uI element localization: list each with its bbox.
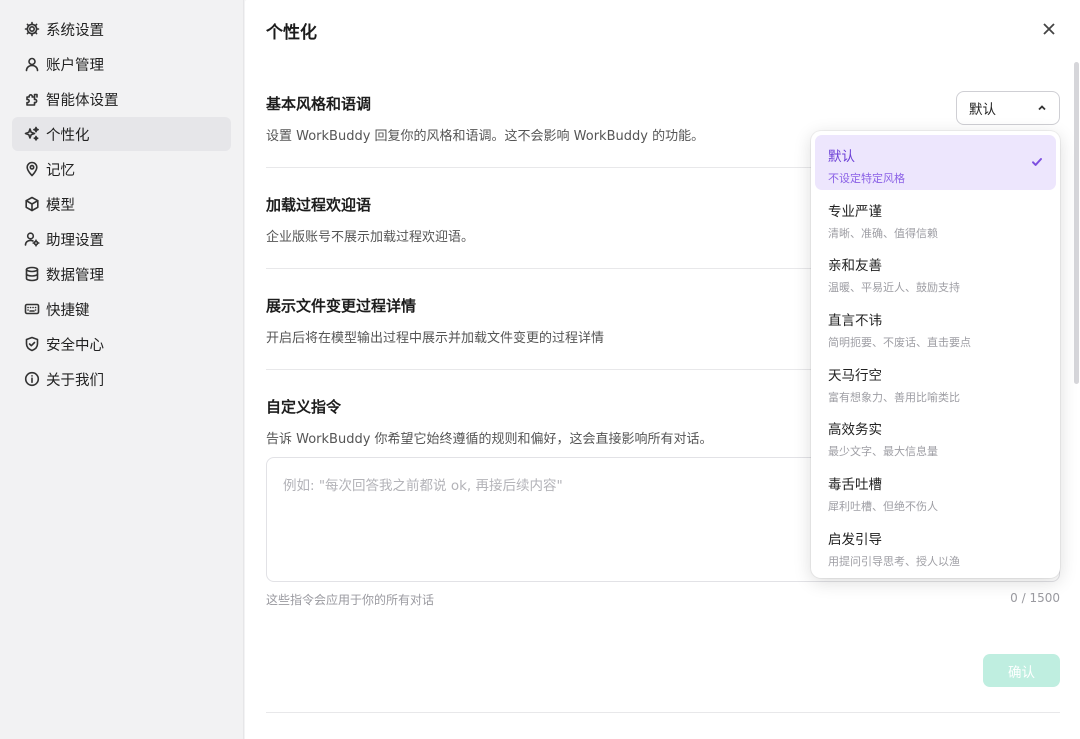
option-desc: 富有想象力、善用比喻类比 — [828, 390, 960, 404]
close-button[interactable] — [1038, 18, 1060, 40]
instructions-hint: 这些指令会应用于你的所有对话 — [266, 593, 435, 607]
sidebar-item-label: 快捷键 — [46, 302, 90, 319]
sidebar-item-security[interactable]: 安全中心 — [12, 327, 231, 361]
sidebar: 系统设置 账户管理 智能体设置 个性化 记忆 模型 助理设置 数据管理 快捷键 … — [0, 0, 244, 739]
sidebar-item-label: 助理设置 — [46, 232, 104, 249]
style-option-sarcastic[interactable]: 毒舌吐槽 犀利吐槽、但绝不伤人 — [815, 463, 1056, 518]
option-desc: 温暖、平易近人、鼓励支持 — [828, 281, 960, 295]
page-title: 个性化 — [266, 23, 317, 43]
user-gear-icon — [24, 231, 40, 247]
cube-icon — [24, 196, 40, 212]
database-icon — [24, 266, 40, 282]
scrollbar[interactable] — [1074, 62, 1079, 384]
option-label: 专业严谨 — [828, 203, 882, 220]
sidebar-item-memory[interactable]: 记忆 — [12, 152, 231, 186]
option-label: 默认 — [828, 149, 855, 165]
sidebar-item-agent-settings[interactable]: 智能体设置 — [12, 82, 231, 116]
shield-icon — [24, 336, 40, 352]
style-option-blunt[interactable]: 直言不讳 简明扼要、不废话、直击要点 — [815, 299, 1056, 354]
sidebar-item-about[interactable]: 关于我们 — [12, 362, 231, 396]
sidebar-item-label: 系统设置 — [46, 22, 104, 39]
chevron-up-icon — [1038, 105, 1046, 111]
option-label: 直言不讳 — [828, 313, 882, 330]
sidebar-item-data-management[interactable]: 数据管理 — [12, 257, 231, 291]
option-desc: 简明扼要、不废话、直击要点 — [828, 336, 971, 350]
sidebar-item-system-settings[interactable]: 系统设置 — [12, 12, 231, 46]
confirm-button[interactable]: 确认 — [983, 654, 1060, 687]
sidebar-item-label: 账户管理 — [46, 57, 104, 74]
style-option-friendly[interactable]: 亲和友善 温暖、平易近人、鼓励支持 — [815, 244, 1056, 299]
close-icon — [1043, 23, 1055, 35]
option-label: 高效务实 — [828, 422, 882, 439]
check-icon — [1030, 154, 1044, 168]
style-option-efficient[interactable]: 高效务实 最少文字、最大信息量 — [815, 408, 1056, 463]
keyboard-icon — [24, 301, 40, 317]
section-title: 基本风格和语调 — [266, 95, 372, 113]
sidebar-item-label: 安全中心 — [46, 337, 104, 354]
option-desc: 最少文字、最大信息量 — [828, 445, 938, 459]
style-option-imaginative[interactable]: 天马行空 富有想象力、善用比喻类比 — [815, 354, 1056, 409]
character-counter: 0 / 1500 — [1010, 591, 1060, 605]
sidebar-item-label: 智能体设置 — [46, 92, 119, 109]
sidebar-item-model[interactable]: 模型 — [12, 187, 231, 221]
option-desc: 用提问引导思考、授人以渔 — [828, 554, 960, 568]
style-option-default[interactable]: 默认 不设定特定风格 — [815, 135, 1056, 190]
settings-window: 系统设置 账户管理 智能体设置 个性化 记忆 模型 助理设置 数据管理 快捷键 … — [0, 0, 1080, 739]
style-dropdown-menu: 默认 不设定特定风格 专业严谨 清晰、准确、值得信赖 亲和友善 温暖、平易近人、… — [811, 131, 1060, 578]
style-select[interactable]: 默认 — [956, 91, 1060, 125]
sidebar-item-account[interactable]: 账户管理 — [12, 47, 231, 81]
option-desc: 清晰、准确、值得信赖 — [828, 226, 938, 240]
style-select-value: 默认 — [969, 102, 996, 118]
option-label: 天马行空 — [828, 367, 882, 384]
sparkle-icon — [24, 126, 40, 142]
user-icon — [24, 56, 40, 72]
gear-icon — [24, 21, 40, 37]
style-option-socratic[interactable]: 启发引导 用提问引导思考、授人以渔 — [815, 518, 1056, 573]
sidebar-item-label: 记忆 — [46, 162, 75, 179]
option-label: 毒舌吐槽 — [828, 477, 882, 494]
sidebar-item-shortcuts[interactable]: 快捷键 — [12, 292, 231, 326]
option-label: 启发引导 — [828, 531, 882, 548]
puzzle-icon — [24, 91, 40, 107]
sidebar-item-label: 个性化 — [46, 127, 90, 144]
info-icon — [24, 371, 40, 387]
option-label: 亲和友善 — [828, 258, 882, 275]
divider — [266, 712, 1060, 713]
location-pin-icon — [24, 161, 40, 177]
sidebar-item-label: 关于我们 — [46, 372, 104, 389]
option-desc: 不设定特定风格 — [828, 172, 905, 185]
sidebar-item-assistant-settings[interactable]: 助理设置 — [12, 222, 231, 256]
sidebar-item-label: 数据管理 — [46, 267, 104, 284]
sidebar-item-personalization[interactable]: 个性化 — [12, 117, 231, 151]
option-desc: 犀利吐槽、但绝不伤人 — [828, 500, 938, 514]
style-option-professional[interactable]: 专业严谨 清晰、准确、值得信赖 — [815, 190, 1056, 245]
sidebar-item-label: 模型 — [46, 197, 75, 214]
